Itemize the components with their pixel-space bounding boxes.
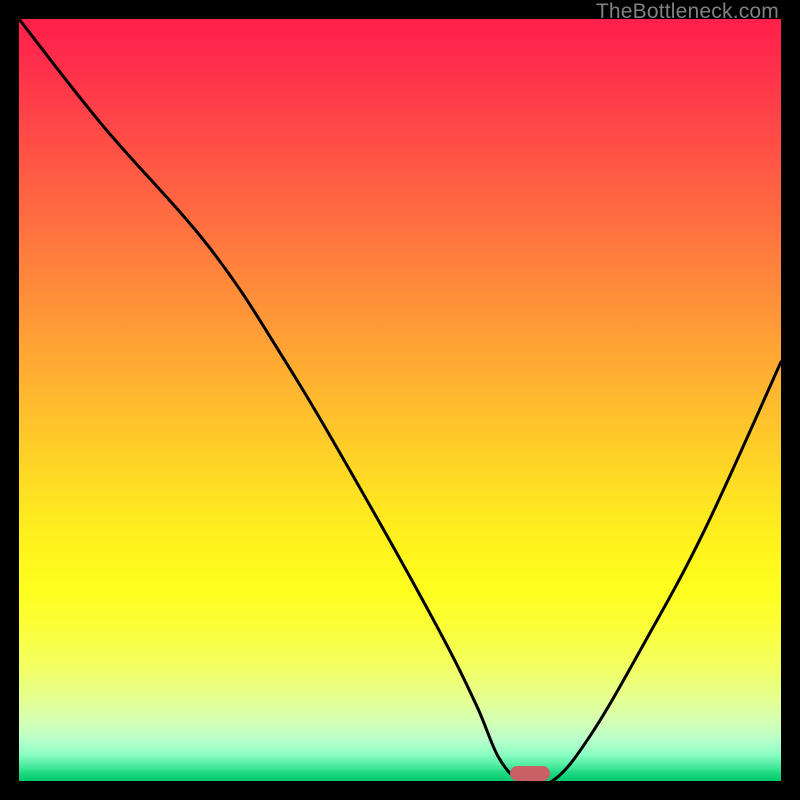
- curve-path: [19, 19, 781, 781]
- bottleneck-curve: [19, 19, 781, 781]
- chart-frame: TheBottleneck.com: [0, 0, 800, 800]
- watermark-text: TheBottleneck.com: [596, 0, 779, 24]
- optimal-marker: [510, 766, 550, 781]
- plot-area: [19, 19, 781, 781]
